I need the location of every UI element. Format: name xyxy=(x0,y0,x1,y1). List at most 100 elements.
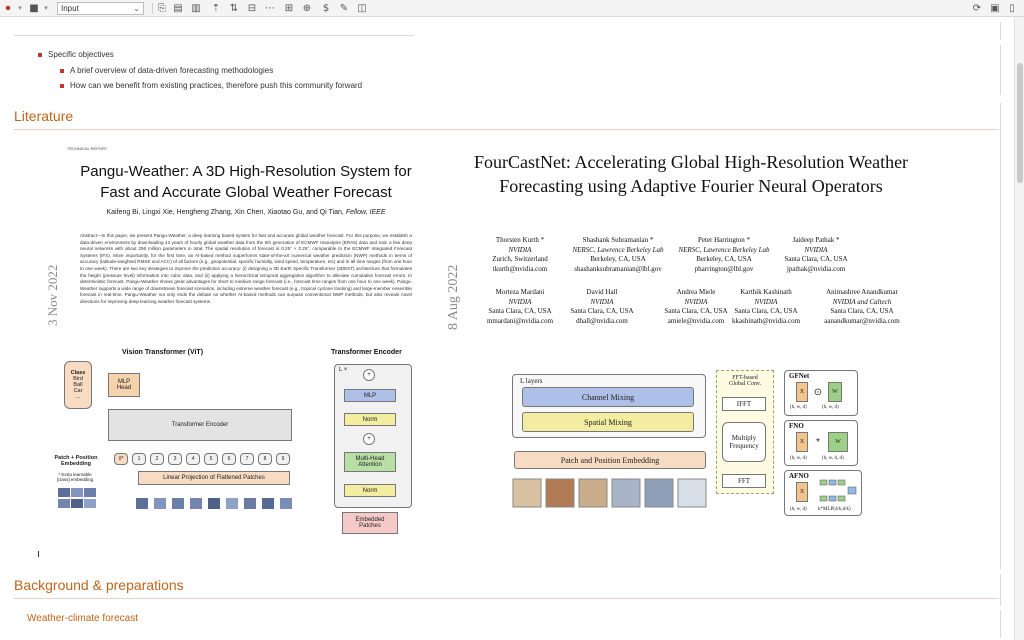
cell-bracket[interactable] xyxy=(1000,45,1001,95)
cell-bracket[interactable] xyxy=(1000,574,1001,606)
encoder-title: Transformer Encoder xyxy=(331,349,402,356)
wk-box: W xyxy=(828,432,848,452)
format-icon[interactable]: $ xyxy=(320,2,332,15)
copy-icon[interactable]: ▤ xyxy=(172,2,184,15)
image-patch xyxy=(226,498,238,509)
author-email[interactable]: tkurth@nvidia.com xyxy=(474,265,566,275)
image-patch xyxy=(244,498,256,509)
mlp-cell xyxy=(828,479,837,486)
cell-bracket[interactable] xyxy=(1000,103,1001,569)
author-affiliation: NERSC, Lawrence Berkeley Lab xyxy=(572,245,664,254)
bullet-marker xyxy=(38,52,42,57)
norm-block: Norm xyxy=(344,484,396,497)
mlp-cell xyxy=(837,495,846,502)
paper1-author-list: Kaifeng Bi, Lingxi Xie, Hengheng Zhang, … xyxy=(106,209,342,216)
image-patch xyxy=(58,499,70,508)
vertical-scrollbar[interactable] xyxy=(1014,17,1024,640)
patch-embed-label: Patch + Position Embedding xyxy=(51,452,101,470)
author-name: Morteza Mardani xyxy=(495,288,545,296)
vit-encoder-label: Transformer Encoder xyxy=(171,422,229,428)
section-rule xyxy=(14,598,999,599)
author-block: David Hall NVIDIA Santa Clara, CA, USA dhal… xyxy=(556,288,648,326)
move-down-icon[interactable]: ⇅ xyxy=(228,2,240,15)
pen-icon[interactable]: ✎ xyxy=(338,2,350,15)
author-email[interactable]: jpathak@nvidia.com xyxy=(770,265,862,275)
author-email[interactable]: aanandkumar@nvidia.com xyxy=(812,317,912,327)
author-affiliation: NVIDIA xyxy=(754,297,778,306)
text-cursor xyxy=(38,551,39,557)
patch-sequence xyxy=(136,498,292,509)
author-name: Thorsten Kurth * xyxy=(495,236,545,244)
author-email[interactable]: mmardani@nvidia.com xyxy=(474,317,566,327)
dims-label: (h, w, d) xyxy=(790,456,807,461)
chevron-down-icon[interactable]: ▾ xyxy=(16,2,24,15)
attention-block: Multi-Head Attention xyxy=(344,452,396,472)
author-affiliation: NVIDIA xyxy=(508,245,532,254)
patch-embed-line: Embedding xyxy=(61,461,91,467)
author-location: Berkeley, CA, USA xyxy=(590,255,646,263)
list-item-text: How can we benefit from existing practic… xyxy=(70,81,363,90)
author-affiliation: NVIDIA and Caltech xyxy=(832,297,892,306)
merge-icon[interactable]: ⊕ xyxy=(301,2,313,15)
cut-icon[interactable]: ⎘ xyxy=(156,2,168,15)
norm-label: Norm xyxy=(362,487,378,494)
cell-bracket[interactable] xyxy=(1000,610,1001,638)
author-affiliation: NVIDIA xyxy=(804,245,828,254)
multiply-line: Frequency xyxy=(729,442,759,450)
mlp-output xyxy=(847,486,857,495)
mlp-cell xyxy=(819,495,828,502)
cell-bracket[interactable] xyxy=(1000,22,1001,40)
eraser-icon[interactable]: ◫ xyxy=(356,2,368,15)
author-block: Morteza Mardani NVIDIA Santa Clara, CA, US… xyxy=(474,288,566,326)
stop-icon[interactable]: ■ xyxy=(28,2,40,15)
author-email[interactable]: kkashinath@nvidia.com xyxy=(720,317,812,327)
input-image-grid xyxy=(58,488,96,508)
channel-mixing-label: Channel Mixing xyxy=(581,392,635,402)
position-token: 5 xyxy=(204,453,218,465)
mlp-cell xyxy=(819,479,828,486)
list-item-text: A brief overview of data-driven forecast… xyxy=(70,66,274,75)
input-tiles xyxy=(512,478,707,508)
xk-label: X xyxy=(799,389,805,395)
author-email[interactable]: shashanksubramanian@lbl.gov xyxy=(572,265,664,275)
wk-label: W xyxy=(832,389,838,395)
record-icon[interactable]: ⏺ xyxy=(2,2,14,15)
paste-icon[interactable]: ▥ xyxy=(190,2,202,15)
ruler-icon[interactable]: ⋯ xyxy=(264,2,276,15)
input-tile xyxy=(578,478,608,508)
author-location: Santa Clara, CA, USA xyxy=(734,307,798,315)
paper2-title: FourCastNet: Accelerating Global High-Re… xyxy=(473,152,909,196)
fft-block: FFT xyxy=(722,474,766,488)
spatial-mixing-label: Spatial Mixing xyxy=(584,417,632,427)
author-email[interactable]: pharrington@lbl.gov xyxy=(678,265,770,275)
dims-label: (h, w, d, d) xyxy=(822,456,844,461)
image-patch xyxy=(190,498,202,509)
toolbar-divider xyxy=(152,3,153,14)
panel-icon[interactable]: ▣ xyxy=(988,2,1002,15)
class-item: ... xyxy=(75,394,81,400)
position-token: 7 xyxy=(240,453,254,465)
paper1-authors: Kaifeng Bi, Lingxi Xie, Hengheng Zhang, … xyxy=(106,209,386,216)
bullet-marker xyxy=(60,83,64,88)
ifft-block: IFFT xyxy=(722,397,766,411)
scrollbar-thumb[interactable] xyxy=(1017,63,1023,183)
chevron-down-icon[interactable]: ▾ xyxy=(42,2,50,15)
image-patch xyxy=(71,499,83,508)
cell-type-select[interactable]: Input ⌄ xyxy=(57,2,144,15)
delete-icon[interactable]: ⊟ xyxy=(246,2,258,15)
paper1-abstract: Abstract—In this paper, we present Pangu… xyxy=(80,233,412,304)
page-icon[interactable]: ▯ xyxy=(1005,2,1019,15)
position-token: 1 xyxy=(132,453,146,465)
split-icon[interactable]: ⊞ xyxy=(283,2,295,15)
author-email[interactable]: dhall@nvidia.com xyxy=(556,317,648,327)
input-tile xyxy=(677,478,707,508)
wk-label: W xyxy=(835,439,841,445)
author-affiliation: NERSC, Lawrence Berkeley Lab xyxy=(678,245,770,254)
sync-icon[interactable]: ⟳ xyxy=(970,2,984,15)
move-up-icon[interactable]: ⇡ xyxy=(210,2,222,15)
notebook-toolbar: ⏺ ▾ ■ ▾ Input ⌄ ⎘ ▤ ▥ ⇡ ⇅ ⊟ ⋯ ⊞ ⊕ $ ✎ ◫ … xyxy=(0,0,1024,17)
image-patch xyxy=(262,498,274,509)
position-token: 9 xyxy=(276,453,290,465)
extra-embedding-note: * Extra learnable [class] embedding xyxy=(52,470,98,484)
spatial-mixing-block: Spatial Mixing xyxy=(522,412,694,432)
